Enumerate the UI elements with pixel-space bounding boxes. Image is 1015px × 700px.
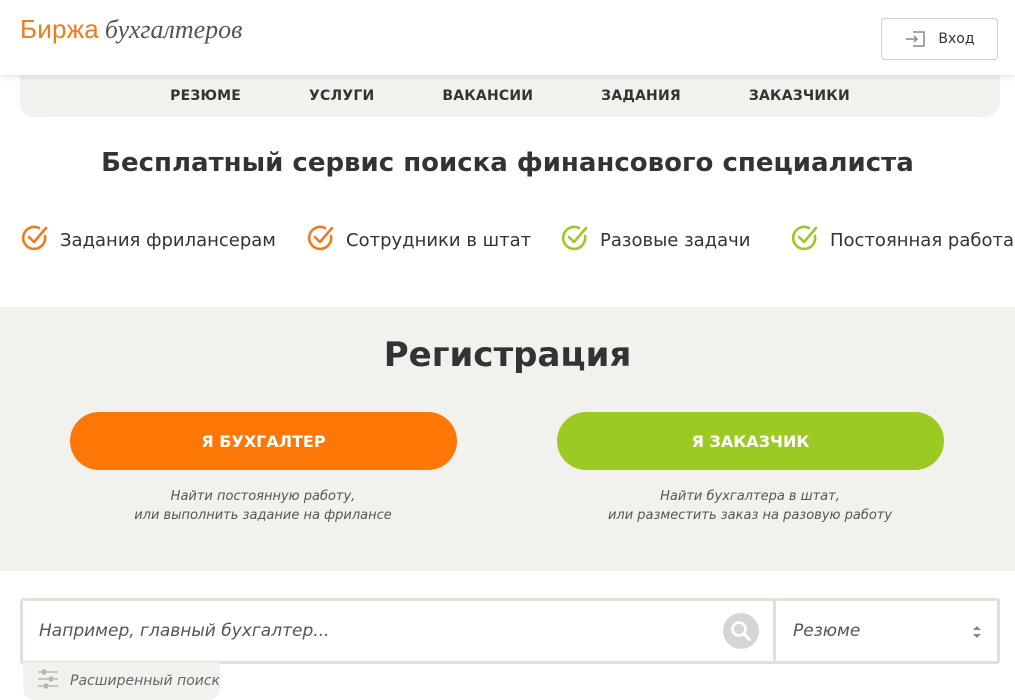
nav-item-resume[interactable]: Резюме <box>136 88 275 104</box>
advanced-search-toggle[interactable]: Расширенный поиск <box>23 662 220 700</box>
check-circle-icon <box>560 223 600 258</box>
registration-section: Регистрация Я бухгалтер Я заказчик Найти… <box>0 307 1015 571</box>
feature-staff: Сотрудники в штат <box>306 222 531 258</box>
accountant-note-line2: или выполнить задание на фрилансе <box>134 508 392 523</box>
search-category-select[interactable]: Резюме <box>776 601 997 661</box>
feature-label: Разовые задачи <box>600 229 751 251</box>
registration-title: Регистрация <box>383 335 632 375</box>
page-tagline: Бесплатный сервис поиска финансового спе… <box>101 148 914 178</box>
check-circle-icon <box>306 223 346 258</box>
check-circle-icon <box>790 223 830 258</box>
register-accountant-button[interactable]: Я бухгалтер <box>70 412 457 470</box>
logo-sub-text: бухгалтеров <box>104 15 243 44</box>
site-header: Биржа бухгалтеров Вход <box>0 0 1015 75</box>
login-icon <box>904 30 926 48</box>
feature-label: Сотрудники в штат <box>346 229 532 251</box>
login-button[interactable]: Вход <box>881 18 998 60</box>
feature-permanent-work: Постоянная работа <box>790 222 1014 258</box>
main-nav: Резюме Услуги Вакансии Задания Заказчики <box>20 75 1000 117</box>
register-customer-button[interactable]: Я заказчик <box>557 412 944 470</box>
select-arrows-icon <box>971 624 983 640</box>
sliders-icon <box>23 668 70 694</box>
search-category-value: Резюме <box>793 621 861 641</box>
accountant-note: Найти постоянную работу, или выполнить з… <box>53 487 473 525</box>
feature-one-time-tasks: Разовые задачи <box>560 222 751 258</box>
feature-freelance-tasks: Задания фрилансерам <box>20 222 276 258</box>
nav-item-customers[interactable]: Заказчики <box>715 88 884 104</box>
feature-label: Задания фрилансерам <box>60 229 276 251</box>
feature-list: Задания фрилансерам Сотрудники в штат Ра… <box>0 222 1015 258</box>
site-logo[interactable]: Биржа бухгалтеров <box>20 14 242 54</box>
customer-note-line1: Найти бухгалтера в штат, <box>660 489 840 504</box>
nav-item-vacancies[interactable]: Вакансии <box>408 88 567 104</box>
check-circle-icon <box>20 223 60 258</box>
nav-item-services[interactable]: Услуги <box>275 88 408 104</box>
customer-note-line2: или разместить заказ на разовую работу <box>607 508 893 523</box>
logo-main-text: Биржа <box>20 14 99 44</box>
feature-label: Постоянная работа <box>830 229 1014 251</box>
search-bar: Резюме <box>20 598 1000 664</box>
accountant-note-line1: Найти постоянную работу, <box>170 489 356 504</box>
nav-item-tasks[interactable]: Задания <box>567 88 715 104</box>
search-icon[interactable] <box>723 613 759 649</box>
search-input[interactable] <box>23 601 773 661</box>
advanced-search-label: Расширенный поиск <box>70 673 221 689</box>
login-label: Вход <box>938 31 975 47</box>
customer-note: Найти бухгалтера в штат, или разместить … <box>540 487 960 525</box>
